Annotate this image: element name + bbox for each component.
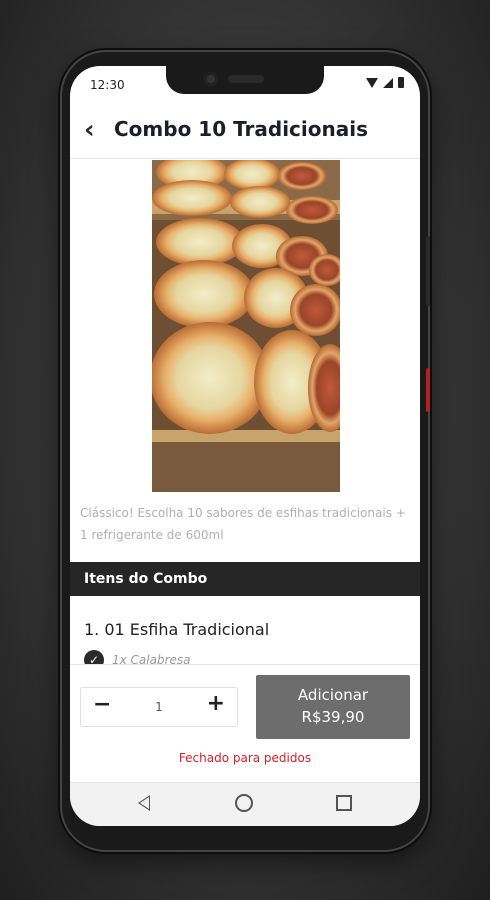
nav-back-icon[interactable]: [138, 795, 150, 811]
add-button-label: Adicionar: [297, 686, 369, 704]
combo-items-header: Itens do Combo: [70, 562, 420, 596]
closed-status-text: Fechado para pedidos: [178, 751, 312, 765]
volume-button: [426, 368, 430, 412]
speaker: [228, 75, 264, 83]
back-arrow-icon[interactable]: ‹: [84, 117, 108, 143]
add-button-price: R$39,90: [301, 708, 365, 726]
nav-recents-icon[interactable]: [336, 795, 352, 811]
order-panel: − 1 + Adicionar R$39,90 Fechado para ped…: [70, 664, 420, 781]
power-button: [426, 236, 430, 306]
system-nav-bar: [70, 782, 420, 826]
app-bar: ‹ Combo 10 Tradicionais: [70, 106, 420, 159]
quantity-stepper: − 1 +: [80, 687, 238, 727]
esfihas-photo: [152, 160, 340, 492]
product-description: Clássico! Escolha 10 sabores de esfihas …: [80, 506, 406, 542]
battery-icon: [398, 77, 404, 88]
status-icons: [366, 77, 404, 88]
app-screen: 12:30 ‹ Combo 10 Tradicionais Clássico! …: [70, 66, 420, 826]
product-image: [152, 160, 340, 492]
page-title: Combo 10 Tradicionais: [114, 117, 368, 141]
signal-icon: [383, 77, 393, 88]
plus-icon[interactable]: +: [207, 691, 225, 716]
add-to-cart-button[interactable]: Adicionar R$39,90: [256, 675, 410, 739]
camera-icon: [204, 72, 218, 86]
notch: [166, 66, 324, 94]
section-title: Itens do Combo: [84, 571, 208, 587]
nav-home-icon[interactable]: [235, 794, 253, 812]
combo-item-title: 1. 01 Esfiha Tradicional: [84, 620, 270, 639]
wifi-icon: [366, 77, 378, 88]
status-time: 12:30: [90, 78, 125, 92]
